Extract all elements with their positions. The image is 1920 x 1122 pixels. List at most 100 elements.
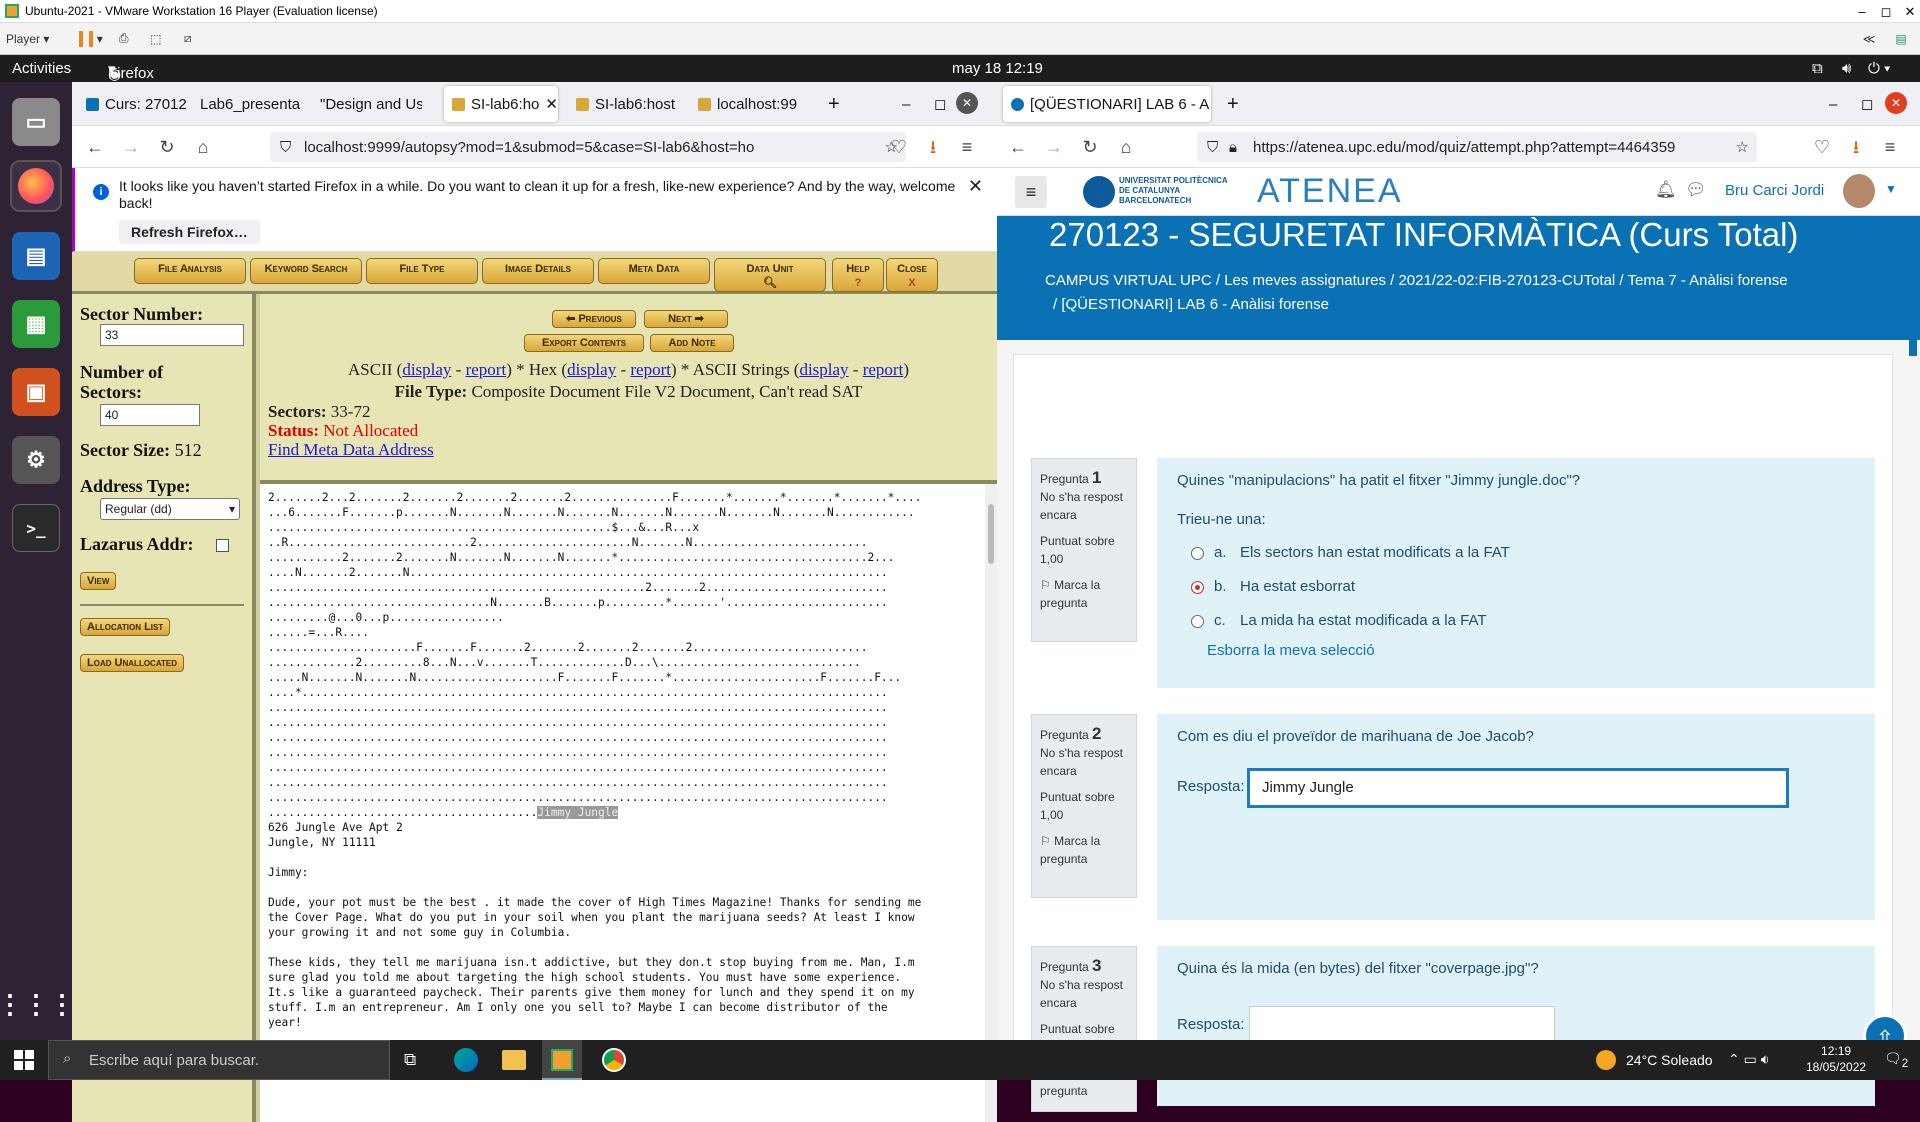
tab-close-icon[interactable]: ✕ <box>1209 95 1211 113</box>
windows-start-icon[interactable] <box>14 1050 34 1070</box>
taskbar-clock[interactable]: 12:19 18/05/2022 <box>1806 1043 1866 1075</box>
menu-help[interactable]: Help? <box>832 258 884 292</box>
find-meta-link[interactable]: Find Meta Data Address <box>268 440 434 460</box>
firefox-icon[interactable] <box>10 160 62 212</box>
reload-icon[interactable]: ↻ <box>1077 134 1103 160</box>
menu-toggle-icon[interactable]: ≡ <box>1015 176 1047 208</box>
collapse-icon[interactable]: ≪ <box>1858 27 1880 51</box>
library-icon[interactable]: ▤ <box>1890 27 1912 51</box>
radio-b-selected[interactable] <box>1191 580 1204 594</box>
tab-close-icon[interactable]: ✕ <box>545 95 558 113</box>
taskbar-search[interactable]: ⌕ Escribe aquí para buscar. <box>48 1040 390 1080</box>
unity-icon[interactable]: ⧄ <box>177 27 199 51</box>
back-icon[interactable]: ← <box>1005 134 1031 160</box>
answer-2-input[interactable]: Jimmy Jungle <box>1247 768 1789 808</box>
menu-close[interactable]: Close X <box>886 258 938 292</box>
previous-button[interactable]: ⬅ Previous <box>552 310 636 328</box>
reload-icon[interactable]: ↻ <box>154 134 180 160</box>
scrollbar-thumb[interactable] <box>988 504 994 564</box>
notification-center-icon[interactable]: 🗨︎2 <box>1884 1050 1908 1070</box>
edge-icon[interactable] <box>454 1048 478 1072</box>
page-scrollbar-thumb[interactable] <box>1909 216 1917 356</box>
menu-image-details[interactable]: Image Details <box>482 258 594 284</box>
app-menu[interactable]: ◉ Firefox Web Browser ▾ <box>108 60 163 116</box>
sector-number-input[interactable]: 33 <box>100 324 244 346</box>
refresh-firefox-button[interactable]: Refresh Firefox… <box>119 220 260 244</box>
chrome-icon[interactable] <box>602 1048 626 1072</box>
next-button[interactable]: Next ➡ <box>644 310 728 328</box>
content-scrollbar[interactable] <box>985 484 997 1122</box>
tab-localhost[interactable]: localhost:99 <box>690 86 800 122</box>
hex-display-link[interactable]: display <box>567 360 616 379</box>
weather-text[interactable]: 24°C Soleado <box>1626 1052 1713 1068</box>
user-name[interactable]: Bru Carci Jordi <box>1725 182 1824 199</box>
tab-questionari[interactable]: [QÜESTIONARI] LAB 6 - A✕ <box>1003 86 1211 122</box>
chevron-down-icon[interactable]: ▼ <box>1885 182 1897 196</box>
bell-icon[interactable]: 🔔︎ <box>1655 180 1677 200</box>
activities-button[interactable]: Activities <box>12 60 71 77</box>
radio-a[interactable] <box>1191 546 1204 560</box>
hamburger-menu-icon[interactable]: ≡ <box>954 134 980 160</box>
close-button[interactable]: ✕ <box>1892 0 1920 23</box>
tab-design[interactable]: "Design and Us <box>312 86 422 122</box>
task-view-icon[interactable]: ⧉ <box>404 1050 416 1070</box>
new-tab-button[interactable]: + <box>1219 86 1247 122</box>
view-button[interactable]: View <box>80 572 117 590</box>
back-icon[interactable]: ← <box>82 134 108 160</box>
option-a[interactable]: a. Els sectors han estat modificats a la … <box>1191 536 1855 570</box>
download-icon[interactable]: ⭳ <box>920 134 946 160</box>
ascii-display-link[interactable]: display <box>402 360 451 379</box>
strings-report-link[interactable]: report <box>863 360 904 379</box>
hamburger-menu-icon[interactable]: ≡ <box>1877 134 1903 160</box>
network-icon[interactable]: ⧉ <box>1812 60 1823 77</box>
home-icon[interactable]: ⌂ <box>1113 134 1139 160</box>
allocation-list-button[interactable]: Allocation List <box>80 618 171 636</box>
show-apps-icon[interactable]: ⋮⋮⋮ <box>0 980 75 1028</box>
clock[interactable]: may 18 12:19 <box>952 60 1043 77</box>
menu-file-analysis[interactable]: File Analysis <box>134 258 246 284</box>
pause-button[interactable]: ▾ <box>79 27 103 51</box>
strings-display-link[interactable]: display <box>799 360 848 379</box>
num-sectors-input[interactable]: 40 <box>100 404 200 426</box>
pocket-icon[interactable]: ♡ <box>1809 134 1835 160</box>
calc-icon[interactable]: ▦ <box>12 300 60 348</box>
atenea-logo[interactable]: ATENEA <box>1257 172 1403 211</box>
weather-sun-icon[interactable] <box>1596 1050 1616 1070</box>
impress-icon[interactable]: ▣ <box>12 368 60 416</box>
option-c[interactable]: c. La mida ha estat modificada a la FAT <box>1191 604 1855 638</box>
option-b[interactable]: b. Ha estat esborrat <box>1191 570 1855 604</box>
volume-icon[interactable]: 🔊︎ <box>1842 60 1851 77</box>
window-maximize-icon[interactable]: ◻ <box>926 86 954 122</box>
url-bar[interactable]: ⛉ 🔒︎ https://atenea.upc.edu/mod/quiz/att… <box>1197 132 1757 162</box>
url-bar[interactable]: ⛉ localhost:9999/autopsy?mod=1&submod=5&… <box>270 132 906 162</box>
menu-data-unit[interactable]: Data Unit 🔍︎ <box>714 258 826 292</box>
new-tab-button[interactable]: + <box>820 86 848 122</box>
window-minimize-icon[interactable]: – <box>894 86 918 122</box>
home-icon[interactable]: ⌂ <box>190 134 216 160</box>
window-close-icon[interactable]: ✕ <box>956 92 978 114</box>
add-note-button[interactable]: Add Note <box>650 334 734 352</box>
notification-close-icon[interactable]: ✕ <box>968 176 983 197</box>
clear-selection-link[interactable]: Esborra la meva selecció <box>1207 642 1855 659</box>
forward-icon[interactable]: → <box>1041 134 1067 160</box>
load-unallocated-button[interactable]: Load Unallocated <box>80 654 185 672</box>
settings-icon[interactable]: ⚙ <box>12 436 60 484</box>
fit-guest-icon[interactable]: ⬚ <box>145 27 167 51</box>
flag-question[interactable]: ⚐ Marca la pregunta <box>1040 576 1128 612</box>
breadcrumb[interactable]: CAMPUS VIRTUAL UPC / Les meves assignatu… <box>1045 272 1788 289</box>
export-contents-button[interactable]: Export Contents <box>524 334 644 352</box>
power-icon[interactable]: ⏻ ▾ <box>1868 60 1890 77</box>
avatar[interactable] <box>1843 174 1875 208</box>
menu-file-type[interactable]: File Type <box>366 258 478 284</box>
menu-meta-data[interactable]: Meta Data <box>598 258 710 284</box>
tab-si-lab6-active[interactable]: SI-lab6:ho ✕ <box>444 86 558 122</box>
vmware-taskbar-icon[interactable] <box>542 1040 582 1080</box>
menu-keyword-search[interactable]: Keyword Search <box>250 258 362 284</box>
terminal-icon[interactable]: >_ <box>12 504 60 552</box>
window-maximize-icon[interactable]: ◻ <box>1853 86 1881 122</box>
tab-curs[interactable]: Curs: 27012 <box>78 86 188 122</box>
tray-icons[interactable]: ⌃ ▭ 🔉︎ <box>1728 1051 1770 1068</box>
bookmark-star-icon[interactable]: ☆ <box>1736 138 1749 156</box>
forward-icon[interactable]: → <box>118 134 144 160</box>
files-icon[interactable]: ▭ <box>12 98 60 146</box>
